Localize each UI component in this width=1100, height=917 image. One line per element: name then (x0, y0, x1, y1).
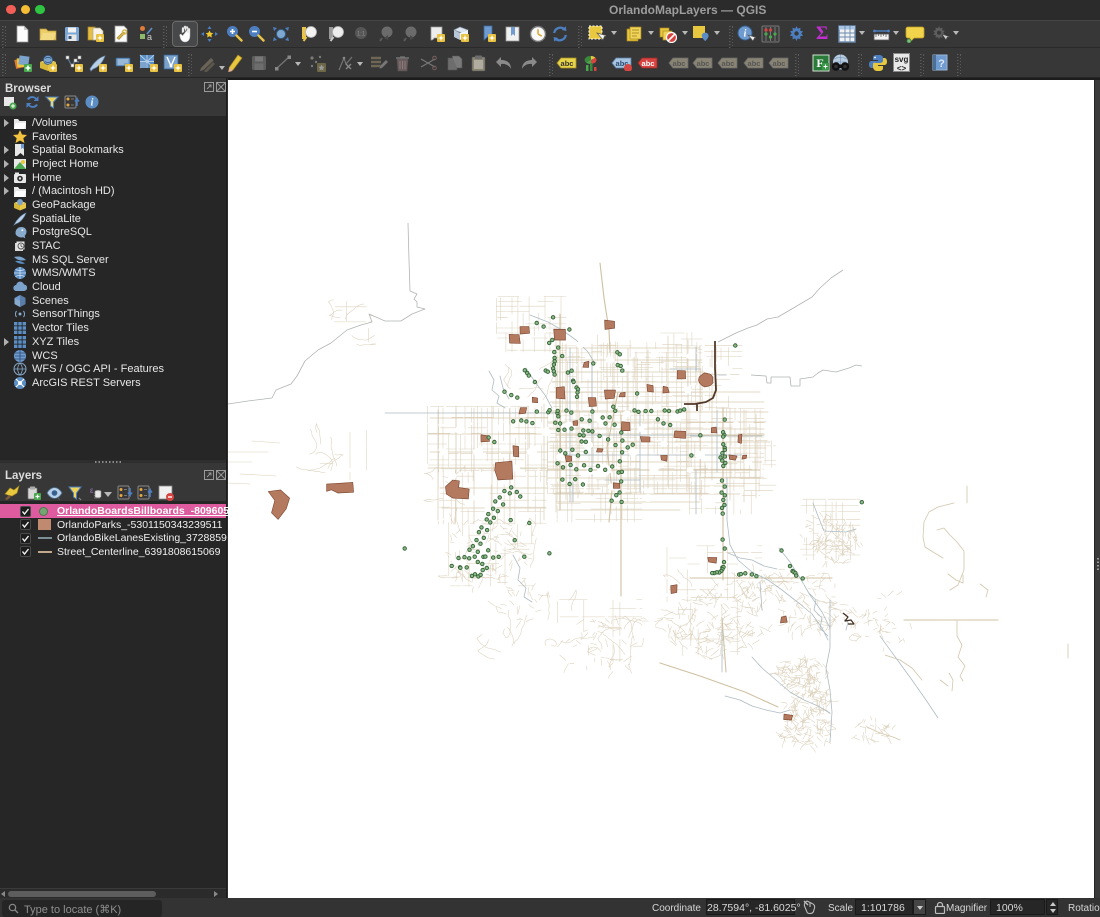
svg-text:i: i (744, 29, 747, 40)
svg-text:ε: ε (90, 486, 94, 495)
svg-text:abc: abc (722, 59, 735, 68)
svg-text:a: a (147, 32, 152, 41)
svg-text:abc: abc (697, 59, 710, 68)
svg-text:abc: abc (673, 59, 686, 68)
svg-text:abc: abc (642, 59, 655, 68)
svg-text:1:1: 1:1 (357, 32, 366, 38)
svg-text:?: ? (938, 58, 945, 70)
svg-text:abc: abc (561, 59, 574, 68)
svg-text:abc: abc (748, 59, 761, 68)
svg-text:i: i (91, 98, 94, 109)
svg-text:abc: abc (773, 59, 786, 68)
